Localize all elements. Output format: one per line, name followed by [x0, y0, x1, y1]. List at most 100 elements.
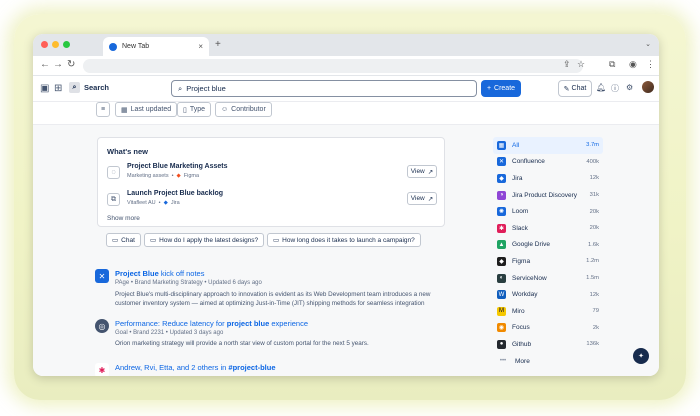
source-count: 12k	[589, 291, 599, 298]
contributor-filter[interactable]: ☺ Contributor	[215, 102, 272, 117]
close-tab-icon[interactable]: ×	[198, 42, 203, 51]
source-filter-more[interactable]: ••• More	[493, 353, 603, 370]
suggested-question-label: How long does it takes to launch a campa…	[282, 236, 415, 244]
user-avatar[interactable]	[642, 81, 654, 93]
window-controls	[41, 41, 70, 48]
quick-chat-button[interactable]: ▭ Chat	[106, 233, 141, 247]
source-filter-miro[interactable]: M Miro 79	[493, 303, 603, 320]
minimize-window-button[interactable]	[52, 41, 59, 48]
item-source: Figma	[183, 173, 200, 179]
search-input[interactable]: ⌕ Project blue	[171, 80, 477, 97]
source-count: 1.6k	[588, 241, 599, 248]
jpd-icon: ◑	[497, 190, 506, 200]
notifications-bell-icon[interactable]: 🔔︎	[596, 83, 606, 92]
app-switcher-icon[interactable]: ⊞	[54, 83, 62, 94]
help-icon[interactable]: ⓘ	[611, 83, 619, 94]
confluence-icon: ✕	[95, 269, 109, 283]
view-button[interactable]: View ↗	[407, 192, 437, 205]
source-filter-google-drive[interactable]: ▲ Google Drive 1.6k	[493, 237, 603, 254]
type-filter[interactable]: ▯ Type	[177, 102, 212, 117]
source-filter-jira-product-discovery[interactable]: ◑ Jira Product Discovery 31k	[493, 187, 603, 204]
miro-icon: M	[497, 306, 506, 316]
source-name: Focus	[512, 324, 530, 332]
item-source: Jira	[170, 200, 180, 206]
search-field-icon: ⌕	[178, 83, 183, 93]
calendar-icon: ▦	[121, 106, 128, 114]
slack-icon: ✱	[95, 363, 109, 376]
source-count: 3.7m	[586, 142, 599, 149]
share-icon[interactable]: ⇪	[563, 59, 571, 70]
source-filter-confluence[interactable]: ✕ Confluence 400k	[493, 154, 603, 171]
whats-new-item[interactable]: ◌ Project Blue Marketing Assets Marketin…	[107, 163, 437, 185]
last-updated-filter[interactable]: ▦ Last updated	[115, 102, 178, 117]
filter-settings-button[interactable]: ≡	[96, 102, 110, 117]
create-button[interactable]: + Create	[481, 80, 521, 97]
show-more-link[interactable]: Show more	[107, 215, 140, 222]
source-name: Workday	[512, 291, 538, 299]
url-input[interactable]	[83, 59, 583, 73]
source-count: 136k	[586, 341, 599, 348]
result-meta: Goal • Brand 2231 • Updated 3 days ago	[115, 330, 224, 336]
profile-icon[interactable]: ◉	[629, 59, 637, 70]
tab-strip: New Tab × + ⌄	[33, 34, 659, 56]
address-bar-row: ← → ↻ ⇪ ☆ ⧉ ◉ ⋮	[33, 56, 659, 76]
maximize-window-button[interactable]	[63, 41, 70, 48]
source-count: 12k	[589, 175, 599, 182]
whats-new-item[interactable]: ⧉ Launch Project Blue backlog Vitafleet …	[107, 190, 437, 212]
confluence-icon: ✕	[497, 157, 506, 167]
source-name: Google Drive	[512, 241, 550, 249]
sparkle-icon: ✦	[638, 353, 644, 360]
extensions-icon[interactable]: ⧉	[609, 59, 615, 70]
source-filter-loom[interactable]: ✺ Loom 20k	[493, 203, 603, 220]
search-nav-item[interactable]: ⌕ Search	[69, 82, 109, 93]
suggested-question-button[interactable]: ▭ How long does it takes to launch a cam…	[267, 233, 421, 247]
figma-icon: ◆	[497, 256, 506, 266]
whats-new-item-title[interactable]: Project Blue Marketing Assets	[127, 163, 228, 170]
asset-icon: ◌	[107, 166, 120, 179]
suggested-question-button[interactable]: ▭ How do I apply the latest designs?	[144, 233, 265, 247]
source-filter-list: ▦ All 3.7m ✕ Confluence 400k ◆ Jira 12k ◑ Jira Pro…	[493, 137, 603, 369]
back-arrow-icon[interactable]: ←	[40, 59, 50, 70]
source-filter-focus[interactable]: ◉ Focus 2k	[493, 320, 603, 337]
source-filter-workday[interactable]: W Workday 12k	[493, 286, 603, 303]
new-tab-icon[interactable]: +	[215, 39, 221, 50]
assistant-fab-button[interactable]: ✦	[633, 348, 649, 364]
source-filter-jira[interactable]: ◆ Jira 12k	[493, 170, 603, 187]
loom-icon: ✺	[497, 207, 506, 217]
result-title[interactable]: Project Blue kick off notes	[115, 269, 204, 278]
browser-tab[interactable]: New Tab ×	[103, 37, 209, 56]
external-arrow-icon: ↗	[427, 195, 434, 203]
tab-menu-chevron-icon[interactable]: ⌄	[645, 40, 651, 48]
source-name: Confluence	[512, 158, 545, 166]
bookmark-star-icon[interactable]: ☆	[577, 59, 585, 70]
source-filter-all[interactable]: ▦ All 3.7m	[493, 137, 603, 154]
source-filter-servicenow[interactable]: ◐ ServiceNow 1.5m	[493, 270, 603, 287]
search-result[interactable]: ✱ Andrew, Rvi, Etta, and 2 others in #pr…	[95, 363, 455, 376]
settings-gear-icon[interactable]: ⚙	[626, 83, 633, 92]
result-title[interactable]: Andrew, Rvi, Etta, and 2 others in #proj…	[115, 363, 276, 372]
forward-arrow-icon[interactable]: →	[53, 59, 63, 70]
source-count: 1.2m	[586, 258, 599, 265]
reload-icon[interactable]: ↻	[67, 59, 75, 70]
search-result[interactable]: ✕ Project Blue kick off notes PAge • Bra…	[95, 269, 455, 311]
view-button[interactable]: View ↗	[407, 165, 437, 178]
view-button-label: View	[410, 168, 425, 175]
search-result[interactable]: ◎ Performance: Reduce latency for projec…	[95, 319, 455, 353]
whats-new-item-title[interactable]: Launch Project Blue backlog	[127, 190, 223, 197]
source-filter-figma[interactable]: ◆ Figma 1.2m	[493, 253, 603, 270]
result-title[interactable]: Performance: Reduce latency for project …	[115, 319, 308, 328]
contributor-filter-label: Contributor	[231, 106, 266, 113]
source-filter-slack[interactable]: ✱ Slack 20k	[493, 220, 603, 237]
close-window-button[interactable]	[41, 41, 48, 48]
result-meta: PAge • Brand Marketing Strategy • Update…	[115, 280, 262, 286]
source-filter-github[interactable]: ● Github 136k	[493, 336, 603, 353]
person-icon: ☺	[221, 106, 229, 113]
browser-window: New Tab × + ⌄ ← → ↻ ⇪ ☆ ⧉ ◉ ⋮ ▣ ⊞ ⌕ Sear…	[33, 34, 659, 376]
chat-button-label: Chat	[571, 85, 587, 92]
browser-menu-icon[interactable]: ⋮	[646, 59, 655, 70]
last-updated-label: Last updated	[130, 106, 172, 113]
chat-button[interactable]: ✎ Chat	[558, 80, 592, 97]
result-title-pre: Performance: Reduce latency for	[115, 319, 227, 328]
sidebar-toggle-icon[interactable]: ▣	[40, 83, 49, 94]
source-count: 1.5m	[586, 275, 599, 282]
